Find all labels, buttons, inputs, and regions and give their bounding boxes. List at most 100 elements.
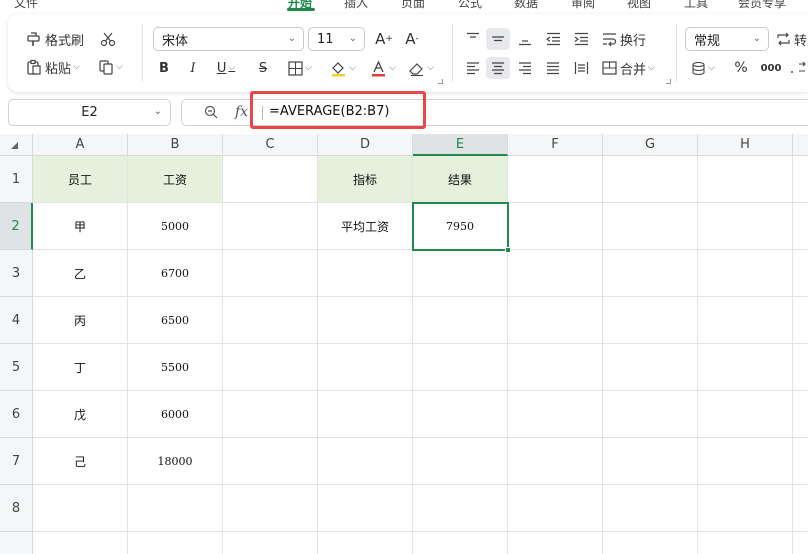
copy-button[interactable]: ⌵ (98, 56, 123, 78)
font-color-button[interactable]: ⌵ (366, 57, 400, 79)
cell-a3[interactable]: 乙 (33, 250, 128, 297)
column-header-f[interactable]: F (508, 134, 603, 156)
cell-e6[interactable] (413, 391, 508, 438)
cell-e9[interactable] (413, 532, 508, 554)
menu-member[interactable]: 会员专享 (738, 0, 786, 11)
cell-c4[interactable] (223, 297, 318, 344)
format-painter-button[interactable]: 格式刷 (26, 28, 84, 50)
cell-g1[interactable] (603, 156, 698, 203)
cell-f2[interactable] (508, 203, 603, 250)
cell-c1[interactable] (223, 156, 318, 203)
cell-h2[interactable] (698, 203, 793, 250)
menu-tools[interactable]: 工具 (684, 0, 708, 11)
cell-b4[interactable]: 6500 (128, 297, 223, 344)
cell-e1[interactable]: 结果 (413, 156, 508, 203)
cell-c7[interactable] (223, 438, 318, 485)
cell-c2[interactable] (223, 203, 318, 250)
cell-a2[interactable]: 甲 (33, 203, 128, 250)
cell-i9[interactable] (793, 532, 808, 554)
cell-b6[interactable]: 6000 (128, 391, 223, 438)
menu-page[interactable]: 页面 (401, 0, 425, 11)
justify-button[interactable] (542, 57, 564, 79)
cell-e5[interactable] (413, 344, 508, 391)
cell-f8[interactable] (508, 485, 603, 532)
row-header-4[interactable]: 4 (0, 297, 33, 344)
bold-button[interactable]: B (155, 57, 173, 79)
cut-button[interactable] (98, 28, 118, 50)
currency-button[interactable]: ⌵ (688, 57, 718, 79)
decrease-indent-button[interactable] (542, 28, 564, 50)
cell-c9[interactable] (223, 532, 318, 554)
cell-e8[interactable] (413, 485, 508, 532)
distribute-button[interactable] (570, 57, 592, 79)
row-header-6[interactable]: 6 (0, 391, 33, 438)
cell-i3[interactable] (793, 250, 808, 297)
cell-h3[interactable] (698, 250, 793, 297)
column-header-next[interactable] (793, 134, 808, 156)
row-header-7[interactable]: 7 (0, 438, 33, 485)
zoom-icon[interactable] (204, 105, 218, 123)
cell-f5[interactable] (508, 344, 603, 391)
increase-indent-button[interactable] (570, 28, 592, 50)
cell-g2[interactable] (603, 203, 698, 250)
cell-b3[interactable]: 6700 (128, 250, 223, 297)
cell-i7[interactable] (793, 438, 808, 485)
wrap-text-button[interactable]: 换行 (602, 28, 646, 50)
paste-button[interactable]: 粘贴 ⌵ (26, 56, 80, 78)
cell-i6[interactable] (793, 391, 808, 438)
cell-b7[interactable]: 18000 (128, 438, 223, 485)
cell-b2[interactable]: 5000 (128, 203, 223, 250)
row-header-2[interactable]: 2 (0, 203, 33, 250)
strikethrough-button[interactable]: S (254, 57, 272, 79)
align-bottom-button[interactable] (514, 28, 536, 50)
cell-a6[interactable]: 戊 (33, 391, 128, 438)
function-icon[interactable]: fx (235, 104, 248, 120)
menu-file[interactable]: 文件 (14, 0, 38, 11)
cell-b8[interactable] (128, 485, 223, 532)
cell-d3[interactable] (318, 250, 413, 297)
cell-g5[interactable] (603, 344, 698, 391)
cell-g9[interactable] (603, 532, 698, 554)
row-header-5[interactable]: 5 (0, 344, 33, 391)
cell-a5[interactable]: 丁 (33, 344, 128, 391)
cell-h8[interactable] (698, 485, 793, 532)
cell-f3[interactable] (508, 250, 603, 297)
align-left-button[interactable] (462, 57, 484, 79)
cell-c3[interactable] (223, 250, 318, 297)
column-header-a[interactable]: A (33, 134, 128, 156)
row-header-next[interactable] (0, 532, 33, 554)
cell-d6[interactable] (318, 391, 413, 438)
cell-g6[interactable] (603, 391, 698, 438)
menu-data[interactable]: 数据 (514, 0, 538, 11)
cell-b5[interactable]: 5500 (128, 344, 223, 391)
column-header-b[interactable]: B (128, 134, 223, 156)
cell-a9[interactable] (33, 532, 128, 554)
cell-f6[interactable] (508, 391, 603, 438)
cell-b9[interactable] (128, 532, 223, 554)
font-dialog-launcher-icon[interactable] (438, 79, 443, 84)
column-header-d[interactable]: D (318, 134, 413, 156)
align-top-button[interactable] (462, 28, 484, 50)
alignment-dialog-launcher-icon[interactable] (666, 79, 671, 84)
name-box[interactable]: E2 ⌄ (8, 99, 171, 126)
underline-button[interactable]: U ⌵ (212, 57, 240, 79)
cell-d1[interactable]: 指标 (318, 156, 413, 203)
cell-d9[interactable] (318, 532, 413, 554)
cell-e4[interactable] (413, 297, 508, 344)
cell-f9[interactable] (508, 532, 603, 554)
decimal-button[interactable] (788, 57, 808, 79)
number-format-select[interactable]: 常规 ⌄ (685, 27, 769, 51)
cell-e7[interactable] (413, 438, 508, 485)
row-header-3[interactable]: 3 (0, 250, 33, 297)
cell-i1[interactable] (793, 156, 808, 203)
cell-i5[interactable] (793, 344, 808, 391)
cell-h9[interactable] (698, 532, 793, 554)
convert-button[interactable]: 转 (776, 28, 807, 50)
cell-e3[interactable] (413, 250, 508, 297)
percent-button[interactable]: % (732, 57, 750, 79)
cell-b1[interactable]: 工资 (128, 156, 223, 203)
cell-h4[interactable] (698, 297, 793, 344)
align-middle-button[interactable] (486, 28, 510, 50)
cell-i8[interactable] (793, 485, 808, 532)
menu-view[interactable]: 视图 (627, 0, 651, 11)
